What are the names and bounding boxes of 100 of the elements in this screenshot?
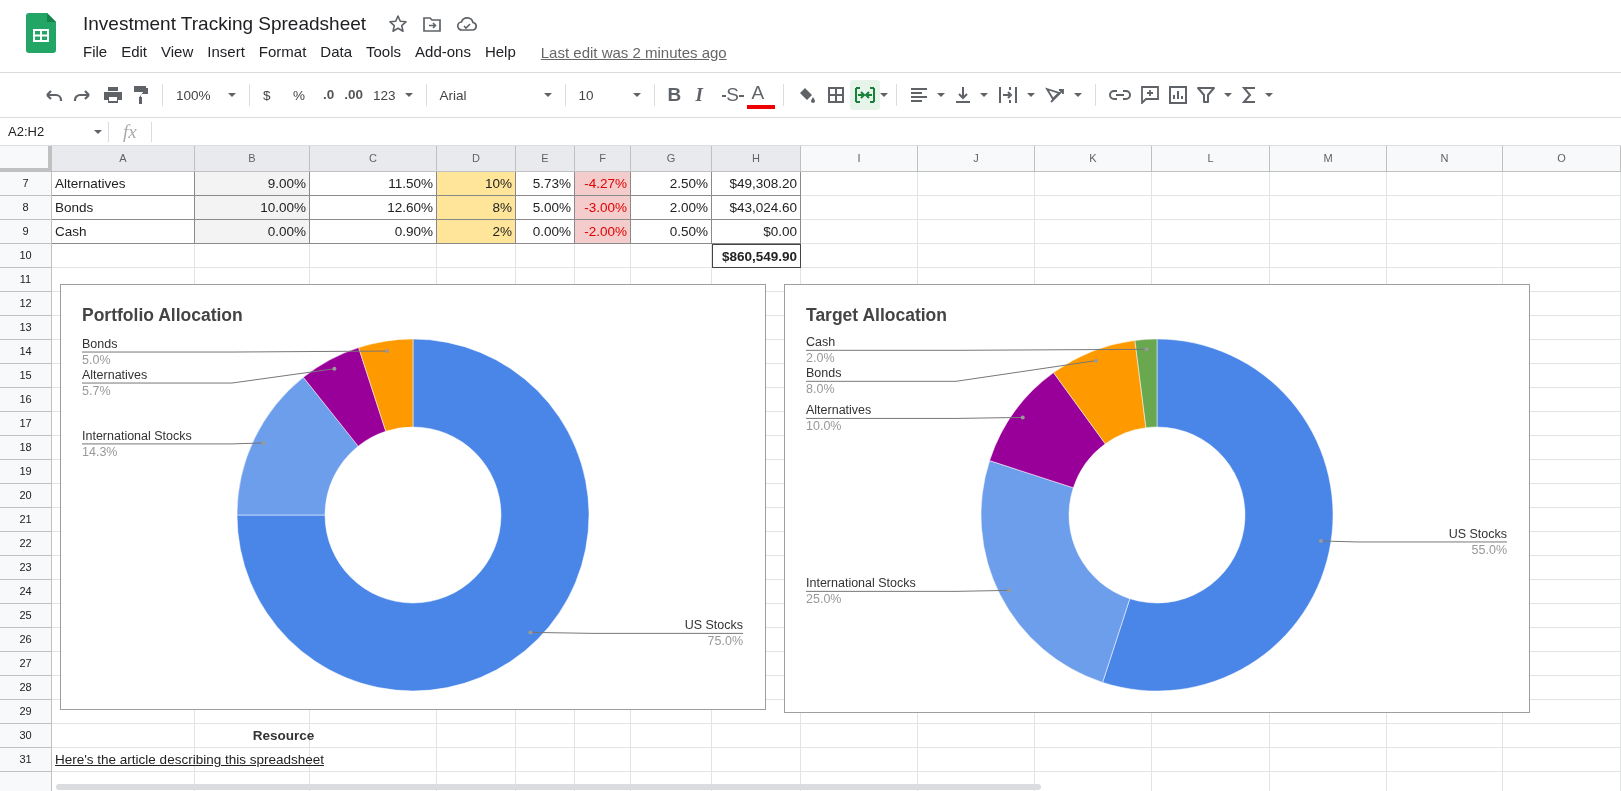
menu-item[interactable]: Data	[313, 41, 359, 63]
merge-cells-icon[interactable]	[854, 86, 875, 104]
row-header[interactable]: 13	[0, 316, 52, 340]
name-box[interactable]: A2:H2	[0, 118, 108, 145]
percent-button[interactable]: %	[288, 80, 318, 110]
row-header[interactable]: 21	[0, 508, 52, 532]
row-header[interactable]: 16	[0, 388, 52, 412]
row-header[interactable]: 23	[0, 556, 52, 580]
column-header[interactable]: G	[631, 146, 712, 172]
donut-slice[interactable]	[980, 460, 1131, 683]
caret-icon[interactable]	[979, 93, 988, 97]
row-header[interactable]: 14	[0, 340, 52, 364]
increase-decimals-button[interactable]: .00	[339, 80, 369, 110]
document-title[interactable]: Investment Tracking Spreadsheet	[83, 13, 367, 35]
column-header[interactable]: A	[52, 146, 195, 172]
row-header[interactable]: 27	[0, 652, 52, 676]
donut-slice[interactable]	[358, 338, 414, 432]
menu-item[interactable]: Insert	[200, 41, 252, 63]
caret-icon[interactable]	[1223, 93, 1232, 97]
filter-icon[interactable]	[1196, 87, 1215, 103]
column-header[interactable]: L	[1152, 146, 1270, 172]
font-select[interactable]: Arial	[434, 80, 557, 110]
zoom-select[interactable]: 100%	[171, 80, 241, 110]
menu-item[interactable]: Edit	[114, 41, 155, 63]
more-formats-button[interactable]: 123	[368, 80, 418, 110]
donut-slice[interactable]	[989, 372, 1106, 489]
align-left-icon[interactable]	[909, 88, 928, 102]
star-icon[interactable]	[388, 14, 409, 34]
column-header[interactable]: O	[1503, 146, 1621, 172]
text-rotate-icon[interactable]	[1044, 86, 1065, 104]
row-header[interactable]: 24	[0, 580, 52, 604]
column-header[interactable]: I	[801, 146, 918, 172]
column-header[interactable]: E	[516, 146, 575, 172]
row-header[interactable]: 7	[0, 172, 52, 196]
donut-slice[interactable]	[1053, 340, 1147, 445]
font-size-select[interactable]: 10	[573, 80, 646, 110]
text-color-button[interactable]: A	[746, 81, 775, 109]
undo-icon[interactable]	[43, 88, 63, 102]
row-header[interactable]: 10	[0, 244, 52, 268]
row-header[interactable]: 31	[0, 748, 52, 772]
column-header[interactable]: C	[310, 146, 437, 172]
paint-format-icon[interactable]	[133, 85, 149, 105]
menu-item[interactable]: View	[154, 41, 201, 63]
bold-button[interactable]: B	[662, 80, 691, 110]
align-bottom-icon[interactable]	[954, 86, 971, 104]
decrease-decimals-button[interactable]: .0	[318, 80, 340, 110]
menu-item[interactable]: Help	[477, 41, 523, 63]
caret-icon[interactable]	[1073, 93, 1082, 97]
row-header[interactable]: 18	[0, 436, 52, 460]
caret-icon[interactable]	[1264, 93, 1273, 97]
row-header[interactable]: 9	[0, 220, 52, 244]
column-header[interactable]: J	[918, 146, 1035, 172]
chart-icon[interactable]	[1168, 86, 1187, 104]
menu-item[interactable]: Add-ons	[408, 41, 478, 63]
chart-card[interactable]: Portfolio Allocation Bonds 5.0% Alternatives 5.7% International Stocks 14.3% US Stocks 75.0%	[60, 284, 766, 710]
column-header[interactable]: H	[712, 146, 801, 172]
text-wrap-icon[interactable]	[997, 86, 1018, 104]
row-header[interactable]: 19	[0, 460, 52, 484]
row-header[interactable]: 25	[0, 604, 52, 628]
column-header[interactable]: K	[1035, 146, 1152, 172]
link-icon[interactable]	[1108, 89, 1131, 101]
row-header[interactable]: 12	[0, 292, 52, 316]
donut-slice[interactable]	[236, 377, 359, 516]
menu-item[interactable]: Tools	[359, 41, 409, 63]
sum-icon[interactable]	[1241, 86, 1256, 104]
donut-slice[interactable]	[1102, 338, 1334, 691]
currency-button[interactable]: $	[258, 80, 288, 110]
borders-icon[interactable]	[826, 86, 845, 104]
column-header[interactable]: B	[195, 146, 310, 172]
redo-icon[interactable]	[73, 88, 93, 102]
row-header[interactable]: 20	[0, 484, 52, 508]
row-header[interactable]: 28	[0, 676, 52, 700]
cloud-icon[interactable]	[456, 15, 479, 33]
caret-icon[interactable]	[936, 93, 945, 97]
italic-button[interactable]: I	[690, 80, 719, 110]
comment-icon[interactable]	[1140, 86, 1159, 104]
menu-item[interactable]: File	[83, 41, 115, 63]
row-header[interactable]: 29	[0, 700, 52, 724]
folder-icon[interactable]	[422, 15, 443, 33]
column-header[interactable]: N	[1387, 146, 1503, 172]
print-icon[interactable]	[103, 86, 123, 104]
row-header[interactable]: 30	[0, 724, 52, 748]
last-edit-link[interactable]: Last edit was 2 minutes ago	[540, 43, 727, 61]
row-header[interactable]: 22	[0, 532, 52, 556]
horizontal-scrollbar[interactable]	[56, 784, 1041, 790]
sheets-logo-icon[interactable]	[26, 13, 56, 53]
row-header[interactable]: 15	[0, 364, 52, 388]
column-header[interactable]: F	[575, 146, 631, 172]
column-header[interactable]: M	[1270, 146, 1387, 172]
menu-item[interactable]: Format	[251, 41, 314, 63]
caret-icon[interactable]	[1026, 93, 1035, 97]
caret-icon[interactable]	[879, 93, 888, 97]
chart-card[interactable]: Target Allocation Cash 2.0% Bonds 8.0% Alternatives 10.0% International Stocks 25.0% US Stocks 55.0%	[784, 284, 1530, 713]
donut-slice[interactable]	[236, 338, 590, 692]
row-header[interactable]: 26	[0, 628, 52, 652]
column-header[interactable]: D	[437, 146, 516, 172]
row-header[interactable]: 8	[0, 196, 52, 220]
row-header[interactable]: 11	[0, 268, 52, 292]
donut-slice[interactable]	[303, 347, 387, 447]
row-header[interactable]: 17	[0, 412, 52, 436]
